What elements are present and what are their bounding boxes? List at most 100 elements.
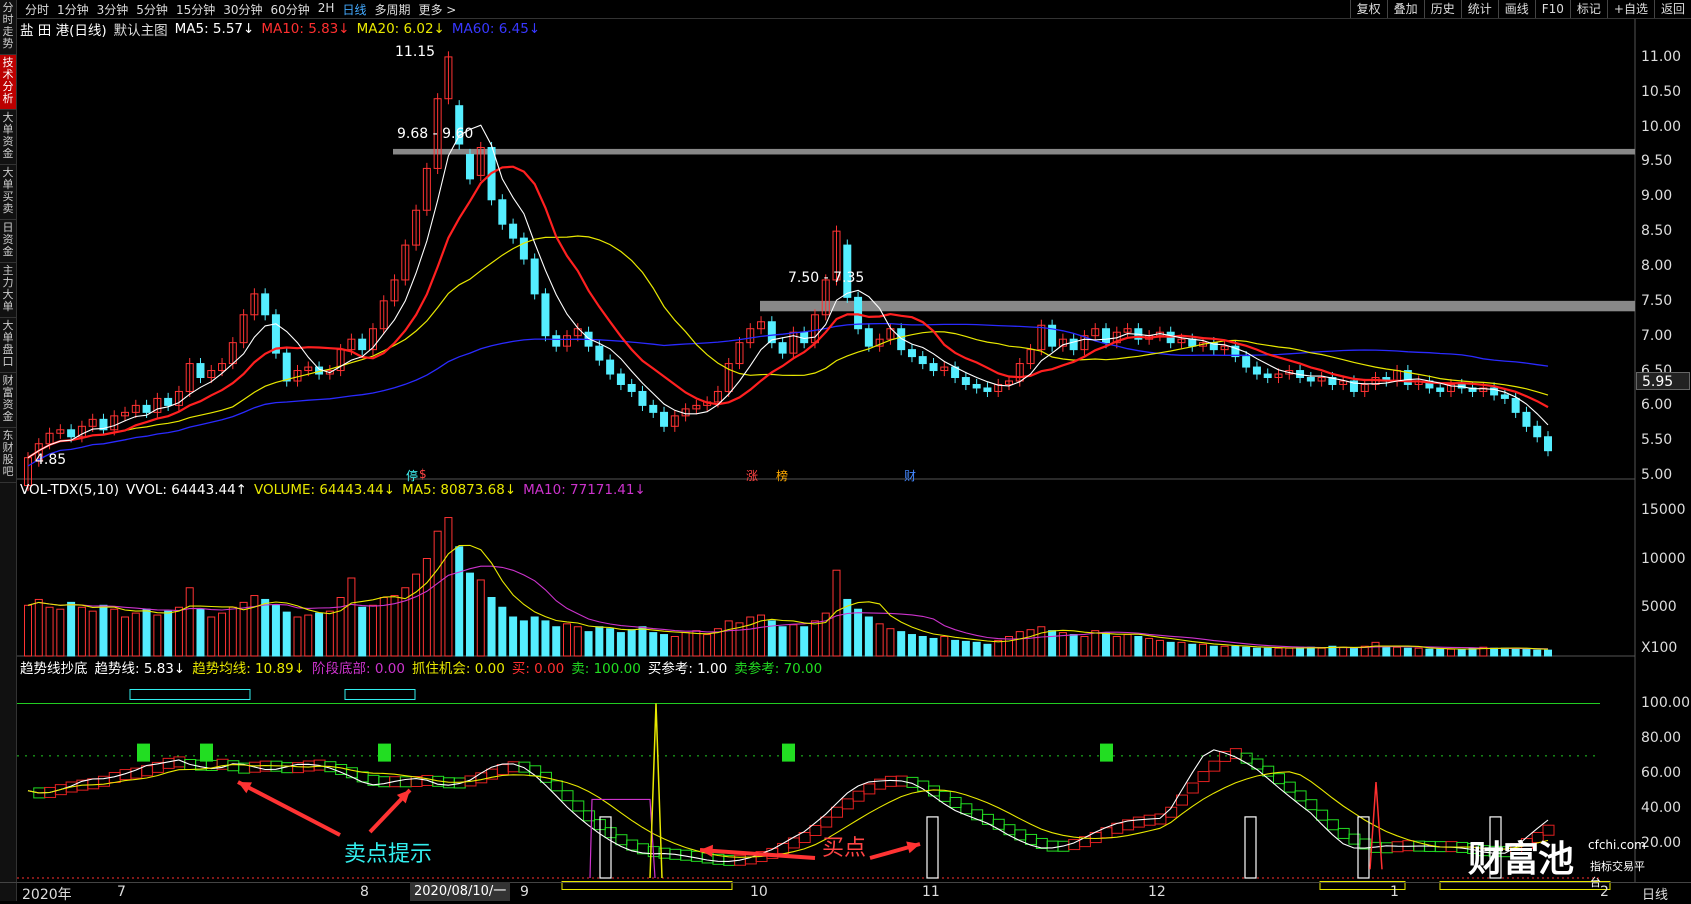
candle-body xyxy=(1436,387,1445,392)
timeframe-tab-10[interactable]: 更多 > xyxy=(418,1,456,18)
candle-body xyxy=(465,153,474,180)
trend-box xyxy=(1380,842,1393,854)
toolbar-button-7[interactable]: +自选 xyxy=(1606,0,1654,18)
candle-body xyxy=(907,349,916,358)
trend-box xyxy=(561,790,574,802)
volume-bar xyxy=(1112,636,1121,657)
timeframe-tab-9[interactable]: 多周期 xyxy=(374,1,410,18)
volume-bar xyxy=(347,577,356,657)
volume-bar xyxy=(444,517,453,657)
volume-bar xyxy=(131,612,140,657)
timeframe-tab-4[interactable]: 15分钟 xyxy=(176,1,215,18)
trend-box xyxy=(1283,781,1296,793)
ind-sell-ref: 卖参考: 70.00 xyxy=(734,661,823,677)
volume-bar xyxy=(810,620,819,657)
timeframe-tab-6[interactable]: 60分钟 xyxy=(271,1,310,18)
candle-body xyxy=(778,342,787,354)
chart-template[interactable]: 默认主图 xyxy=(114,19,168,39)
candle-body xyxy=(1102,328,1111,344)
trend-box xyxy=(981,813,994,825)
sidebar-item-8[interactable]: 东财股吧 xyxy=(0,428,16,483)
volume-bar xyxy=(951,639,960,657)
trend-box xyxy=(960,803,973,815)
toolbar-button-0[interactable]: 复权 xyxy=(1349,0,1387,18)
date-axis: 2020年 7 8 9 10 11 12 1 2 xyxy=(0,882,1691,903)
trend-box xyxy=(496,764,509,776)
volume-bar xyxy=(1306,646,1315,657)
timeframe-tab-0[interactable]: 分时 xyxy=(25,1,49,18)
toolbar-button-6[interactable]: 标记 xyxy=(1569,0,1607,18)
volume-bar xyxy=(1339,646,1348,657)
sidebar-item-2[interactable]: 大单资金 xyxy=(0,110,16,165)
volume-bar xyxy=(649,632,658,657)
sidebar-item-5[interactable]: 主力大单 xyxy=(0,263,16,318)
date-tick-4: 10 xyxy=(750,884,768,900)
stock-name[interactable]: 盐 田 港(日线) xyxy=(20,19,107,39)
timeframe-tab-3[interactable]: 5分钟 xyxy=(136,1,168,18)
timeframe-tab-5[interactable]: 30分钟 xyxy=(223,1,262,18)
vol-ma10-line xyxy=(27,565,1549,650)
trend-box xyxy=(820,816,833,828)
timeframe-tab-7[interactable]: 2H xyxy=(318,1,335,18)
timeframe-tab-8[interactable]: 日线 xyxy=(342,1,366,18)
volume-bar xyxy=(465,572,474,657)
volume-bar xyxy=(1393,646,1402,657)
volume-bar xyxy=(660,634,669,657)
kline-chart[interactable] xyxy=(0,0,1691,901)
marker-list[interactable]: 榜 xyxy=(776,467,788,484)
trend-box xyxy=(1186,782,1199,794)
trend-box xyxy=(852,790,865,802)
candle-body xyxy=(530,258,539,295)
toolbar-button-1[interactable]: 叠加 xyxy=(1386,0,1424,18)
volume-bar xyxy=(994,639,1003,657)
watermark-tag: 指标交易平台 xyxy=(1590,860,1645,889)
candle-body xyxy=(1252,366,1261,375)
volume-bar xyxy=(34,598,43,657)
toolbar-button-2[interactable]: 历史 xyxy=(1423,0,1461,18)
candle-body xyxy=(519,237,528,260)
volume-bar xyxy=(196,608,205,657)
marker-finance[interactable]: 财 xyxy=(904,467,916,484)
toolbar-button-4[interactable]: 画线 xyxy=(1497,0,1535,18)
toolbar-button-5[interactable]: F10 xyxy=(1534,0,1570,18)
last-price-badge: 5.95 xyxy=(1636,372,1690,390)
trend-box xyxy=(1326,819,1339,831)
candle-body xyxy=(595,345,604,361)
sidebar-item-1[interactable]: 技术分析 xyxy=(0,55,16,110)
volume-bar xyxy=(368,604,377,657)
candle-body xyxy=(627,383,636,392)
volume-bar xyxy=(99,604,108,657)
volume-bar xyxy=(239,601,248,657)
toolbar-button-8[interactable]: 返回 xyxy=(1653,0,1691,18)
volume-bar xyxy=(228,606,237,657)
price-tick-7: 7.50 xyxy=(1641,292,1673,309)
trend-box xyxy=(1337,827,1350,839)
sidebar-item-4[interactable]: 日资金 xyxy=(0,220,16,263)
marker-halt[interactable]: 停 xyxy=(406,467,418,484)
volume-bar xyxy=(261,598,270,657)
marker-limit-up[interactable]: 涨 xyxy=(746,467,758,484)
volume-bar xyxy=(358,606,367,657)
volume-bar xyxy=(961,640,970,657)
sidebar-item-0[interactable]: 分时走势 xyxy=(0,0,16,55)
ma10-value: MA10: 5.83↓ xyxy=(261,21,350,37)
candle-body xyxy=(1069,338,1078,351)
candle-body xyxy=(918,356,927,365)
trend-box xyxy=(87,778,100,790)
volume-bar xyxy=(142,608,151,657)
timeframe-tab-2[interactable]: 3分钟 xyxy=(97,1,129,18)
toolbar-button-3[interactable]: 统计 xyxy=(1460,0,1498,18)
trend-box xyxy=(529,765,542,777)
ind-name[interactable]: 趋势线抄底 xyxy=(20,657,88,677)
volume-bar xyxy=(778,626,787,657)
date-tick-2: 8 xyxy=(360,884,369,900)
sidebar-item-6[interactable]: 大单盘口 xyxy=(0,318,16,373)
watermark-url: cfchi.com xyxy=(1588,838,1646,852)
trend-box xyxy=(863,783,876,795)
vol-indicator-name[interactable]: VOL-TDX(5,10) xyxy=(20,482,119,498)
sidebar-item-7[interactable]: 财富资金 xyxy=(0,373,16,428)
marker-dollar[interactable]: $ xyxy=(419,467,427,481)
sidebar-item-3[interactable]: 大单买卖 xyxy=(0,165,16,220)
timeframe-tab-1[interactable]: 1分钟 xyxy=(57,1,89,18)
volume-bar xyxy=(304,614,313,657)
